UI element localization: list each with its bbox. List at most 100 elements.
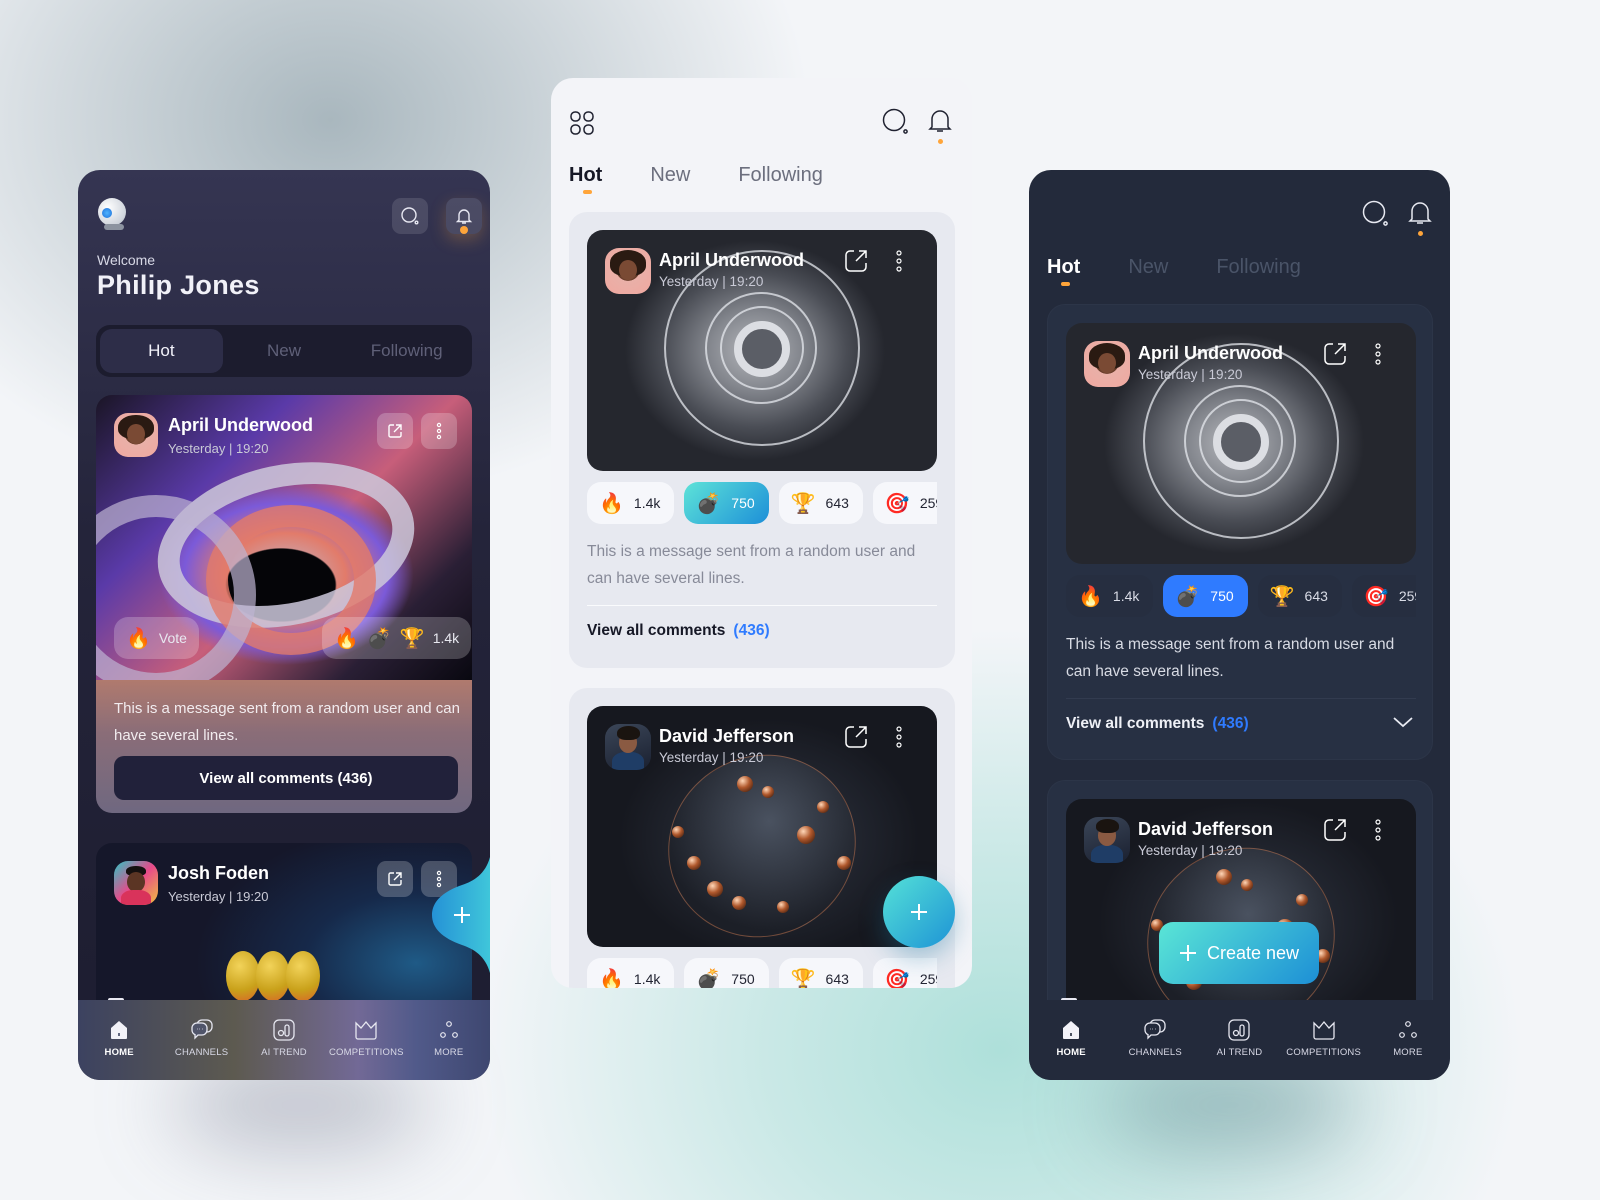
more-dots-icon xyxy=(1397,1018,1419,1042)
search-icon xyxy=(1362,200,1388,226)
reaction-target[interactable]: 🎯259 xyxy=(872,958,937,988)
tab-hot[interactable]: Hot xyxy=(100,329,223,373)
share-button[interactable] xyxy=(377,861,413,897)
tab-following[interactable]: Following xyxy=(1216,256,1300,279)
reaction-trophy[interactable]: 🏆 643 xyxy=(778,958,863,988)
nav-more[interactable]: MORE xyxy=(411,1018,487,1058)
tab-new[interactable]: New xyxy=(223,329,346,373)
more-options-button[interactable] xyxy=(896,250,902,272)
reaction-bar: 🔥1.4k 💣750 🏆643 🎯259 ⭐ xyxy=(587,482,937,524)
feed-tabs: Hot New Following xyxy=(96,325,472,377)
post-author[interactable]: David Jefferson xyxy=(659,726,794,747)
expand-comments-button[interactable] xyxy=(1392,715,1414,729)
post-card: David Jefferson Yesterday | 19:20 xyxy=(1047,780,1433,1021)
reaction-bomb[interactable]: 💣 750 xyxy=(684,958,769,988)
add-post-button[interactable] xyxy=(883,876,955,948)
avatar[interactable] xyxy=(1084,341,1130,387)
post-author[interactable]: April Underwood xyxy=(168,415,313,436)
nav-channels[interactable]: CHANNELS xyxy=(164,1018,240,1058)
nav-more[interactable]: MORE xyxy=(1370,1018,1446,1058)
bottom-navigation: HOME CHANNELS AI TREND COMPETITIONS MORE xyxy=(1029,1000,1450,1080)
avatar[interactable] xyxy=(605,248,651,294)
share-button[interactable] xyxy=(843,248,869,274)
reaction-trophy[interactable]: 🏆 643 xyxy=(1257,575,1342,617)
chevron-down-icon xyxy=(1393,717,1413,728)
avatar[interactable] xyxy=(605,724,651,770)
avatar[interactable] xyxy=(114,413,158,457)
notifications-button[interactable] xyxy=(1407,199,1433,236)
chart-icon xyxy=(272,1018,296,1042)
post-time: Yesterday | 19:20 xyxy=(659,274,764,289)
reaction-trophy[interactable]: 🏆 643 xyxy=(778,482,863,524)
nav-competitions[interactable]: COMPETITIONS xyxy=(1286,1018,1362,1058)
post-card: April Underwood Yesterday | 19:20 🔥 1.4k … xyxy=(1047,304,1433,760)
post-message: This is a message sent from a random use… xyxy=(114,700,460,744)
post-image[interactable] xyxy=(226,943,326,1003)
tab-following[interactable]: Following xyxy=(738,164,822,187)
post-author[interactable]: David Jefferson xyxy=(1138,819,1273,840)
reaction-fire[interactable]: 🔥 1.4k xyxy=(587,482,675,524)
post-author[interactable]: April Underwood xyxy=(659,250,804,271)
more-options-button[interactable] xyxy=(421,413,457,449)
tab-hot[interactable]: Hot xyxy=(1047,256,1080,279)
reaction-count: 1.4k xyxy=(432,630,460,646)
search-button[interactable] xyxy=(1362,200,1390,228)
post-author[interactable]: April Underwood xyxy=(1138,343,1283,364)
comments-count: (436) xyxy=(733,622,770,639)
more-options-button[interactable] xyxy=(1375,819,1381,841)
tab-following[interactable]: Following xyxy=(345,329,468,373)
search-button[interactable] xyxy=(392,198,428,234)
share-button[interactable] xyxy=(843,724,869,750)
menu-grid-button[interactable] xyxy=(569,110,595,136)
active-tab-indicator xyxy=(1061,282,1070,286)
notifications-button[interactable] xyxy=(446,198,482,234)
view-comments-link[interactable]: View all comments (436) xyxy=(1066,715,1249,733)
reaction-target[interactable]: 🎯259 xyxy=(1351,575,1416,617)
active-tab-indicator xyxy=(583,190,592,194)
share-button[interactable] xyxy=(1322,341,1348,367)
tab-new[interactable]: New xyxy=(1128,256,1168,279)
reaction-bomb[interactable]: 💣 750 xyxy=(1163,575,1248,617)
nav-home[interactable]: HOME xyxy=(81,1018,157,1058)
nav-ai-trend[interactable]: AI TREND xyxy=(1201,1018,1277,1058)
nav-channels[interactable]: CHANNELS xyxy=(1117,1018,1193,1058)
tab-new[interactable]: New xyxy=(650,164,690,187)
trophy-icon: 🏆 xyxy=(790,967,816,988)
avatar[interactable] xyxy=(114,861,158,905)
chat-icon xyxy=(1142,1018,1168,1042)
more-options-button[interactable] xyxy=(1375,343,1381,365)
post-author[interactable]: Josh Foden xyxy=(168,863,269,884)
nav-competitions[interactable]: COMPETITIONS xyxy=(328,1018,404,1058)
post-card: Josh Foden Yesterday | 19:20 xyxy=(96,843,472,1023)
post-time: Yesterday | 19:20 xyxy=(1138,843,1243,858)
notification-dot xyxy=(938,139,943,144)
nav-ai-trend[interactable]: AI TREND xyxy=(246,1018,322,1058)
avatar[interactable] xyxy=(1084,817,1130,863)
share-button[interactable] xyxy=(377,413,413,449)
add-post-button[interactable] xyxy=(432,840,490,990)
tab-hot[interactable]: Hot xyxy=(569,164,602,187)
trophy-icon: 🏆 xyxy=(790,491,816,515)
reaction-target[interactable]: 🎯259 xyxy=(872,482,937,524)
reaction-bomb[interactable]: 💣 750 xyxy=(684,482,769,524)
post-card: April Underwood Yesterday | 19:20 🔥 Vote… xyxy=(96,395,472,813)
view-comments-button[interactable]: View all comments (436) xyxy=(114,756,458,800)
divider xyxy=(587,605,937,606)
share-icon xyxy=(1324,819,1346,841)
notifications-button[interactable] xyxy=(927,107,953,144)
create-new-button[interactable]: Create new xyxy=(1159,922,1319,984)
more-options-button[interactable] xyxy=(896,726,902,748)
nav-home[interactable]: HOME xyxy=(1033,1018,1109,1058)
vote-button[interactable]: 🔥 Vote xyxy=(114,617,199,659)
fire-icon: 🔥 xyxy=(126,626,151,650)
search-button[interactable] xyxy=(882,108,910,136)
feed-tabs: Hot New Following xyxy=(569,164,871,187)
reaction-fire[interactable]: 🔥 1.4k xyxy=(1066,575,1154,617)
share-button[interactable] xyxy=(1322,817,1348,843)
reactions-summary[interactable]: 🔥 💣 🏆 1.4k xyxy=(322,617,472,659)
notification-dot xyxy=(1418,231,1423,236)
fire-icon: 🔥 xyxy=(599,967,624,988)
reaction-fire[interactable]: 🔥 1.4k xyxy=(587,958,675,988)
view-comments-link[interactable]: View all comments (436) xyxy=(587,622,770,640)
app-logo xyxy=(98,198,128,230)
